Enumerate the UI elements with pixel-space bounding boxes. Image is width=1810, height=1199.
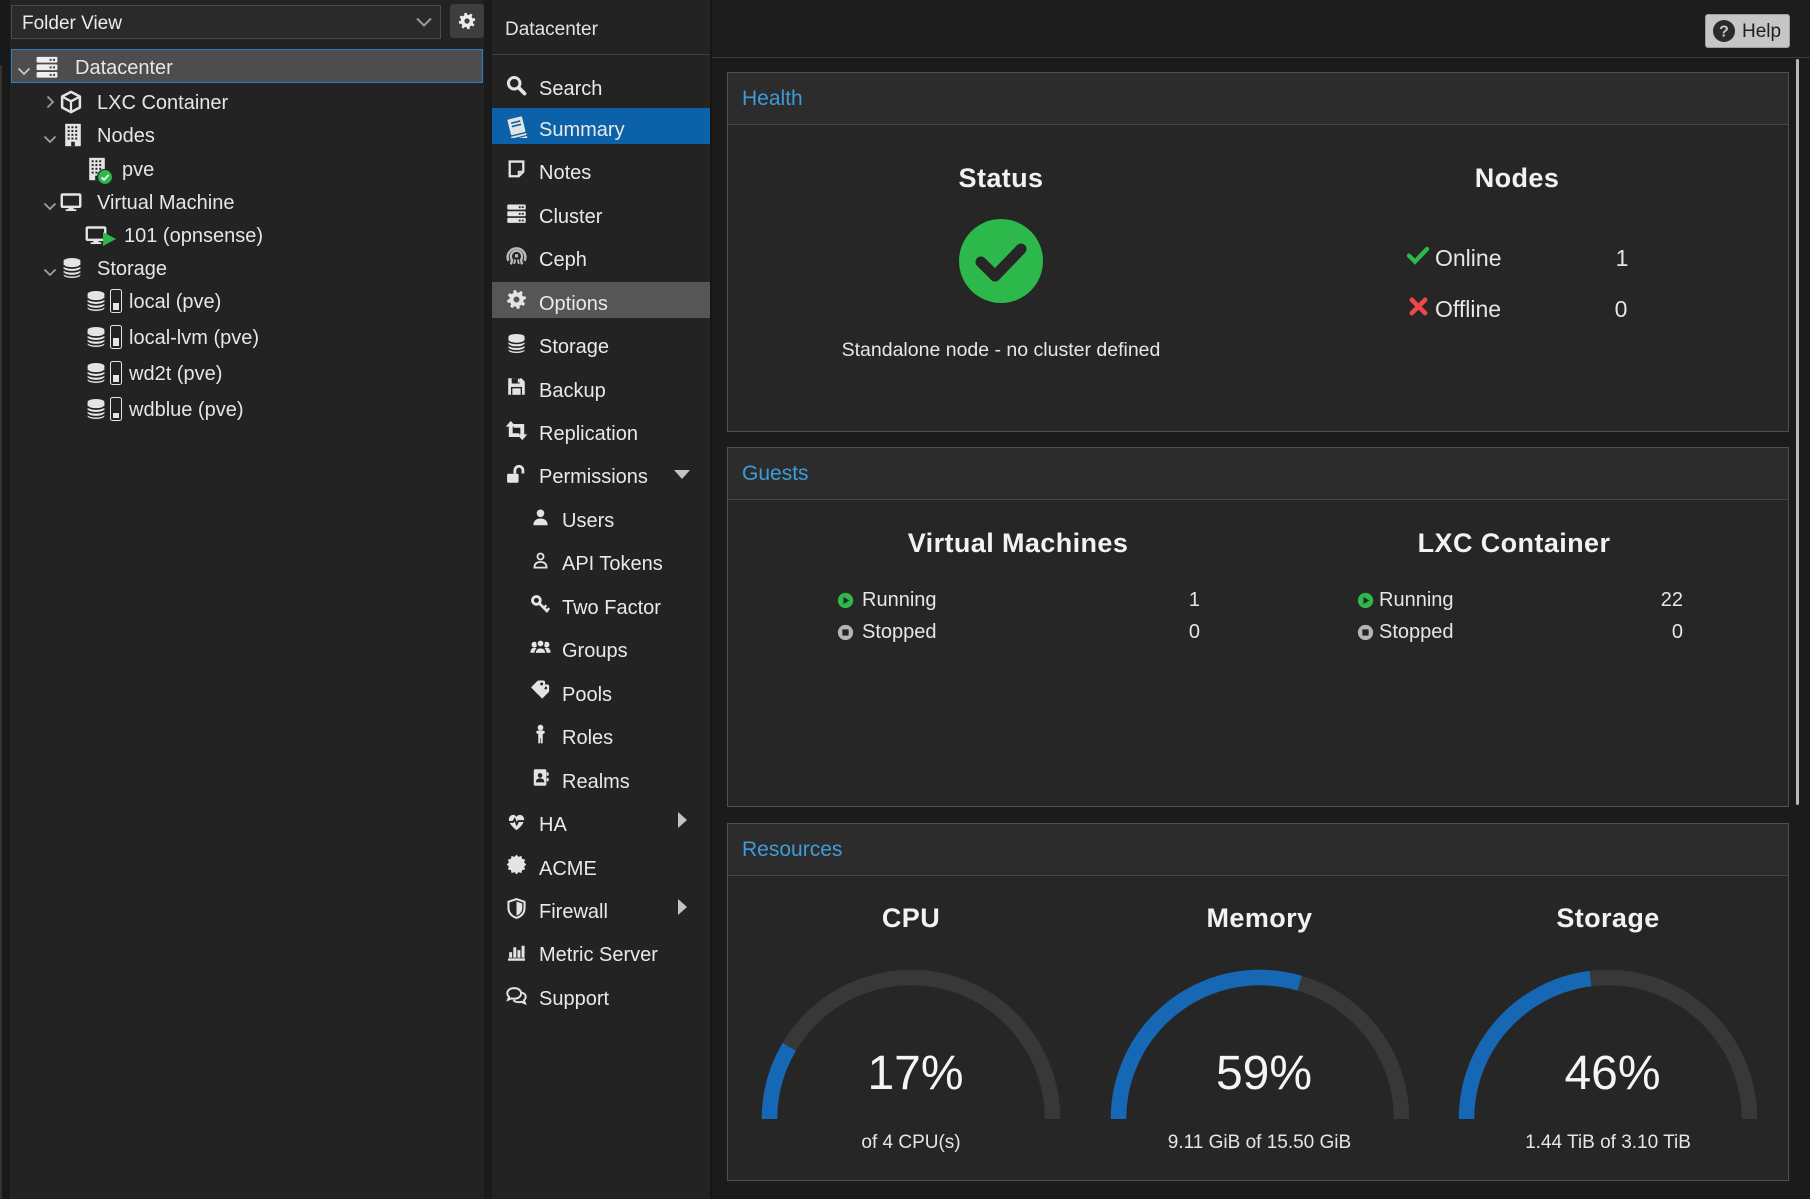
svg-text:?: ? [1719,24,1729,41]
